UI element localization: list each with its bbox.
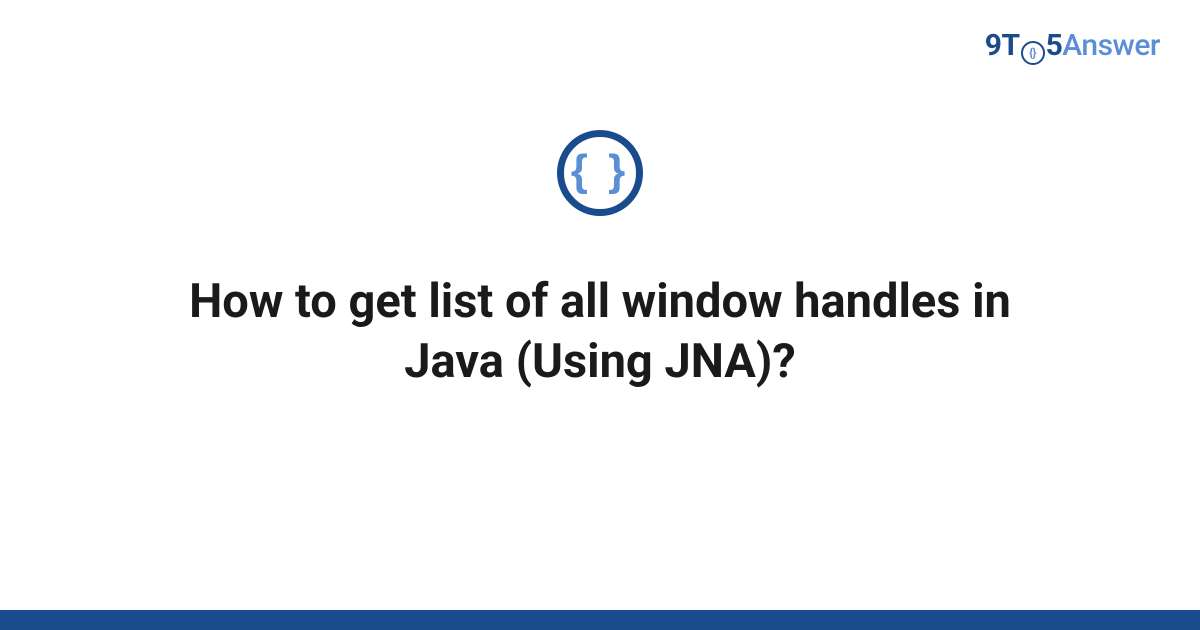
logo-text-answer: Answer: [1062, 28, 1160, 63]
logo-text-9t: 9T: [985, 28, 1020, 63]
logo-text-5: 5: [1046, 28, 1063, 63]
category-icon: { }: [557, 130, 643, 216]
footer-accent-bar: [0, 610, 1200, 630]
site-logo: 9T {} 5Answer: [985, 28, 1160, 63]
main-content: { } How to get list of all window handle…: [0, 130, 1200, 392]
page-title: How to get list of all window handles in…: [140, 272, 1060, 392]
logo-o-circle: {}: [1021, 41, 1045, 65]
code-braces-icon: { }: [571, 149, 629, 193]
logo-o-braces: {}: [1029, 47, 1036, 59]
